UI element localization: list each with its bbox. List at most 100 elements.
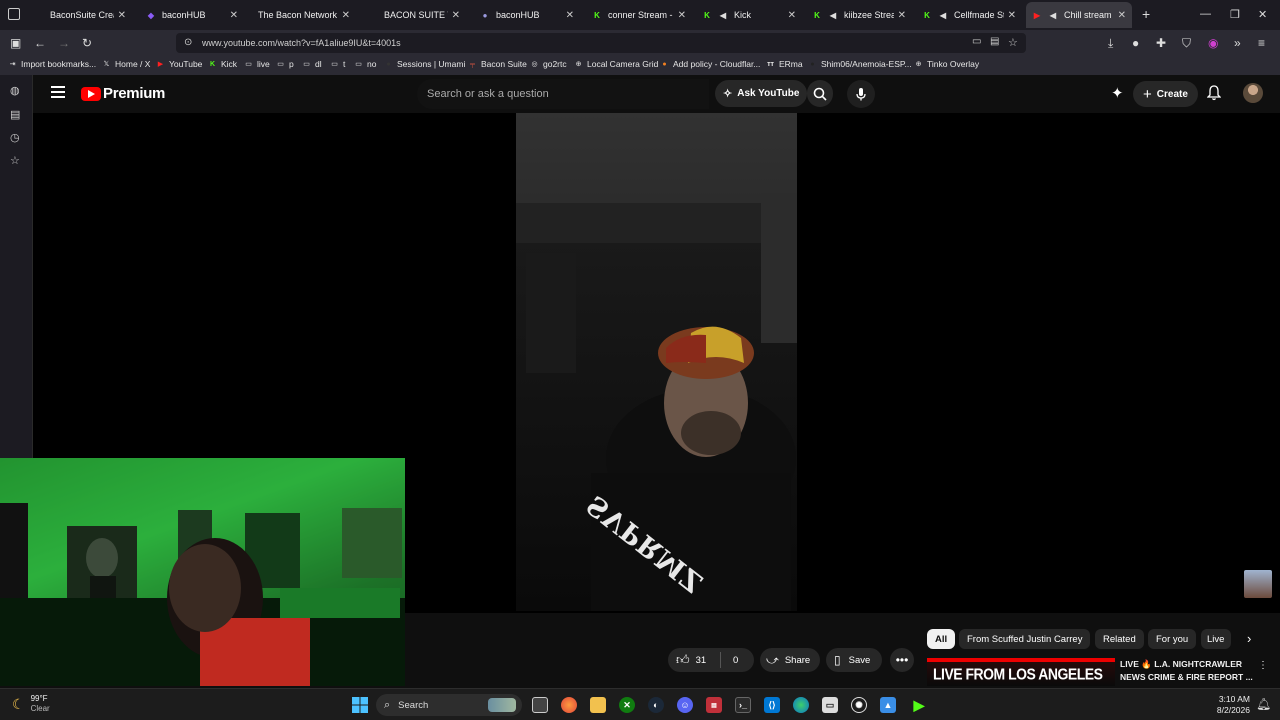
channel-avatar-thumbnail[interactable] xyxy=(1244,570,1272,598)
close-icon[interactable]: ✕ xyxy=(342,10,350,21)
window-close-button[interactable]: ✕ xyxy=(1258,8,1267,21)
chatgpt-icon[interactable]: ✺ xyxy=(851,697,867,713)
bookmarks-star-icon[interactable]: ☆ xyxy=(10,154,20,167)
more-actions-button[interactable]: ••• xyxy=(890,648,914,672)
gemini-sparkle-icon[interactable]: ✦ xyxy=(1111,84,1124,102)
bookmark-folder[interactable]: ▭ no xyxy=(354,59,376,69)
reload-button[interactable]: ↻ xyxy=(82,36,92,50)
browser-tab[interactable]: The Bacon Network ✕ xyxy=(252,2,356,28)
bookmark-item[interactable]: ▶ YouTube xyxy=(156,59,203,69)
bookmark-folder[interactable]: ▭ dl xyxy=(302,59,321,69)
search-button[interactable] xyxy=(807,80,833,107)
bookmark-item[interactable]: ◎ go2rtc xyxy=(530,59,566,69)
bookmark-item[interactable]: ⇥ Import bookmarks... xyxy=(8,59,97,69)
steam-icon[interactable]: ◐ xyxy=(648,697,664,713)
hamburger-menu-icon[interactable] xyxy=(51,86,65,98)
site-info-icon[interactable]: ⊙ xyxy=(184,37,192,48)
shield-icon[interactable]: ⛉ xyxy=(1182,36,1191,51)
notifications-bell-icon[interactable] xyxy=(1206,85,1222,106)
browser-tab[interactable]: BACON SUITE V4 // ✕ xyxy=(362,2,466,28)
vscode-icon[interactable]: ⟨⟩ xyxy=(764,697,780,713)
window-app-icon[interactable]: ▭ xyxy=(822,697,838,713)
chevron-right-icon[interactable]: › xyxy=(1247,631,1251,646)
save-button[interactable]: ▯ Save xyxy=(826,648,882,672)
back-button[interactable]: ← xyxy=(34,36,46,50)
close-icon[interactable]: ✕ xyxy=(452,10,460,21)
chip-all[interactable]: All xyxy=(927,629,956,649)
chip-from-channel[interactable]: From Scuffed Justin Carrey xyxy=(959,629,1091,649)
close-icon[interactable]: ✕ xyxy=(566,10,574,21)
weather-widget[interactable]: ☾ 99°F Clear xyxy=(12,694,50,714)
tabs-icon[interactable]: ▤ xyxy=(10,108,20,121)
more-vertical-icon[interactable]: ⋮ xyxy=(1258,660,1268,671)
tab-list-icon[interactable] xyxy=(8,8,20,20)
file-explorer-icon[interactable] xyxy=(590,697,606,713)
account-avatar[interactable] xyxy=(1243,83,1263,103)
browser-tab[interactable]: K ◀ Kick ✕ xyxy=(696,2,802,28)
close-icon[interactable]: ✕ xyxy=(788,10,796,21)
xbox-icon[interactable]: ✕ xyxy=(619,697,635,713)
ai-chat-icon[interactable]: ◍ xyxy=(10,84,20,97)
photos-icon[interactable]: ▲ xyxy=(880,697,896,713)
bookmark-folder[interactable]: ▭ p xyxy=(276,59,294,69)
edge-icon[interactable] xyxy=(793,697,809,713)
recommendation-title[interactable]: LIVE 🔥 L.A. NIGHTCRAWLER NEWS CRIME & FI… xyxy=(1120,658,1255,684)
close-icon[interactable]: ✕ xyxy=(1118,10,1126,21)
dislike-button[interactable]: 0 xyxy=(721,655,738,666)
voice-search-button[interactable] xyxy=(847,80,875,108)
bookmark-item[interactable]: ● Sessions | Umami xyxy=(384,59,465,69)
chip-related[interactable]: Related xyxy=(1095,629,1144,649)
new-tab-button[interactable]: + xyxy=(1142,6,1150,22)
pip-icon[interactable]: ▭ xyxy=(972,36,981,47)
firefox-icon[interactable] xyxy=(561,697,577,713)
bookmark-item[interactable]: ⊕ Tinko Overlay xyxy=(914,59,980,69)
ask-youtube-button[interactable]: ✧ Ask YouTube xyxy=(715,80,808,107)
clock[interactable]: 3:10 AM 8/2/2026 xyxy=(1206,694,1250,716)
task-view-icon[interactable] xyxy=(532,697,548,713)
bookmark-item[interactable]: ᴛᴛ ERma xyxy=(766,59,803,69)
browser-tab[interactable]: ● baconHUB ✕ xyxy=(474,2,580,28)
bookmark-star-icon[interactable]: ☆ xyxy=(1008,36,1018,49)
menu-icon[interactable]: ≡ xyxy=(1258,36,1265,50)
close-icon[interactable]: ✕ xyxy=(230,10,238,21)
bookmark-item[interactable]: ╤ Bacon Suite xyxy=(468,59,527,69)
browser-tab-active[interactable]: ▶ ◀ Chill stream - Yo ✕ xyxy=(1026,2,1132,28)
create-button[interactable]: + Create xyxy=(1133,81,1198,107)
browser-tab[interactable]: K ◀ Cellfmade Strea ✕ xyxy=(916,2,1022,28)
puzzle-icon[interactable]: ✚ xyxy=(1156,36,1166,50)
bookmark-item[interactable]: ● Shim06/Anemoia-ESP... xyxy=(808,59,911,69)
chip-live[interactable]: Live xyxy=(1201,629,1231,649)
close-icon[interactable]: ✕ xyxy=(1008,10,1016,21)
youtube-premium-logo[interactable]: Premium xyxy=(81,85,165,102)
app-icon[interactable]: ▤ xyxy=(706,697,722,713)
address-bar[interactable]: ⊙ www.youtube.com/watch?v=fA1aliue9IU&t=… xyxy=(176,33,1026,53)
reader-icon[interactable]: ▤ xyxy=(990,36,999,47)
chip-for-you[interactable]: For you xyxy=(1148,629,1197,649)
notification-bell-icon[interactable]: 🔔︎ xyxy=(1256,697,1271,711)
share-button[interactable]: ⤻ Share xyxy=(760,648,820,672)
bookmark-item[interactable]: 𝕏 Home / X xyxy=(102,59,151,69)
minimize-button[interactable]: — xyxy=(1200,8,1211,20)
like-button[interactable]: 👍︎ 31 xyxy=(668,652,720,668)
profile-icon[interactable]: ◉ xyxy=(1208,36,1218,50)
browser-tab[interactable]: ◆ baconHUB ✕ xyxy=(140,2,244,28)
recommendation-thumbnail[interactable]: LIVE FROM LOS ANGELES xyxy=(927,658,1115,686)
windows-start-icon[interactable] xyxy=(352,697,368,713)
download-icon[interactable]: ⤓ xyxy=(1108,36,1113,51)
kick-app-icon[interactable]: ▶ xyxy=(911,697,927,713)
sidebar-toggle-icon[interactable]: ▣ xyxy=(10,36,21,50)
browser-tab[interactable]: K conner Stream - Wa ✕ xyxy=(586,2,692,28)
history-icon[interactable]: ◷ xyxy=(10,131,20,144)
bookmark-item[interactable]: ● Add policy - Cloudflar... xyxy=(660,59,760,69)
taskbar-search[interactable]: ⌕ Search xyxy=(376,694,522,716)
overflow-chevron-icon[interactable]: » xyxy=(1234,36,1241,50)
close-icon[interactable]: ✕ xyxy=(678,10,686,21)
bookmark-folder[interactable]: ▭ live xyxy=(244,59,270,69)
terminal-icon[interactable]: ›_ xyxy=(735,697,751,713)
video-frame[interactable]: SVPRMZ xyxy=(516,113,797,611)
bookmark-item[interactable]: ⊕ Local Camera Grid xyxy=(574,59,659,69)
bookmark-folder[interactable]: ▭ t xyxy=(330,59,345,69)
bookmark-item[interactable]: K Kick xyxy=(208,59,237,69)
browser-tab[interactable]: K ◀ kiibzee Stream ✕ xyxy=(806,2,912,28)
close-icon[interactable]: ✕ xyxy=(898,10,906,21)
